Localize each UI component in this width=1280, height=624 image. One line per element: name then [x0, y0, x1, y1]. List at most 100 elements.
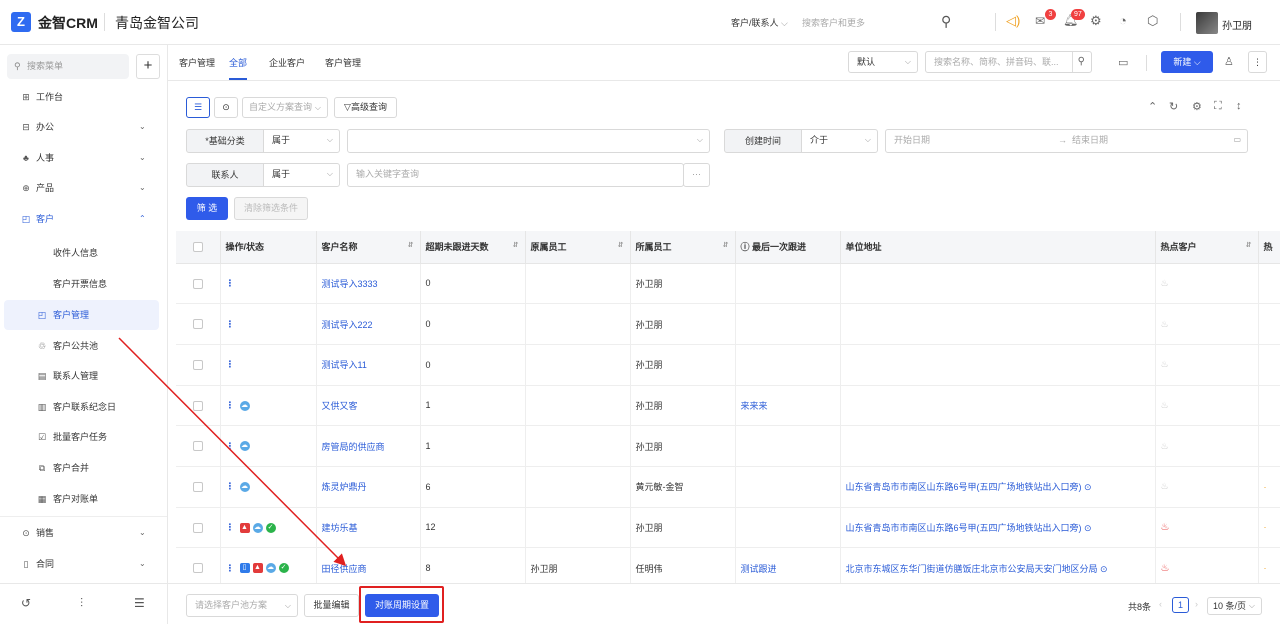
- pool-scheme-select[interactable]: 请选择客户池方案 ⌵: [186, 594, 298, 617]
- address-link[interactable]: 北京市东城区东华门街道仿膳饭庄北京市公安局天安门地区分局: [846, 564, 1098, 574]
- tab-customer-management[interactable]: 客户管理: [325, 56, 361, 69]
- table-row[interactable]: ⋮ 测试导入3333 0 孙卫朋 ♨: [176, 263, 1280, 305]
- fire-icon[interactable]: ♨: [1161, 441, 1169, 451]
- user-icon[interactable]: ♙: [1224, 55, 1234, 68]
- hot-customer-cell[interactable]: ♨: [1155, 385, 1259, 427]
- address-link[interactable]: 山东省青岛市市南区山东路6号甲(五四广场地铁站出入口旁): [846, 482, 1082, 492]
- speaker-icon[interactable]: ◁): [1006, 13, 1020, 29]
- sidebar-item-invoice-info[interactable]: 客户开票信息: [0, 269, 167, 299]
- fire-icon[interactable]: ♨: [1161, 278, 1169, 288]
- customer-name-cell[interactable]: 测试导入222: [316, 303, 421, 345]
- customer-name-link[interactable]: 测试导入11: [322, 360, 367, 370]
- hot-customer-cell[interactable]: ♨: [1155, 466, 1259, 508]
- new-button[interactable]: 新建 ⌵: [1161, 51, 1213, 73]
- search-icon[interactable]: ⚲: [1071, 52, 1085, 72]
- quick-search-input[interactable]: 搜索名称、简称、拼音码、联... ⚲: [925, 51, 1092, 73]
- contact-operator[interactable]: 属于 ⌵: [263, 163, 340, 187]
- history-icon[interactable]: ↺: [21, 596, 31, 610]
- customer-name-link[interactable]: 田径供应商: [322, 564, 367, 574]
- table-row[interactable]: ⋮ ☁ 炼灵炉鼎丹 6 黄元敏-金智 山东省青岛市市南区山东路6号甲(五四广场地铁站出入口…: [176, 466, 1280, 508]
- keyword-input[interactable]: 输入关键字查询: [347, 163, 684, 187]
- select-all-checkbox[interactable]: [176, 231, 221, 264]
- view-select[interactable]: 默认 ⌵: [848, 51, 918, 73]
- tab-all[interactable]: 全部: [229, 56, 248, 80]
- column-height-icon[interactable]: ↕: [1236, 100, 1242, 112]
- location-pin-icon[interactable]: ⊙: [1100, 564, 1108, 574]
- settings-sliders-icon[interactable]: ⫶: [80, 596, 83, 611]
- customer-name-cell[interactable]: 又供又客: [316, 385, 421, 427]
- column-header[interactable]: 超期未跟进天数 ⇵: [420, 231, 526, 264]
- column-header[interactable]: 热点客户 ⇵: [1155, 231, 1259, 264]
- sidebar-item-statement[interactable]: ▦ 客户对账单: [0, 484, 167, 514]
- row-checkbox[interactable]: [176, 425, 221, 467]
- customer-name-link[interactable]: 测试导入3333: [322, 279, 378, 289]
- batch-edit-button[interactable]: 批量编辑: [304, 594, 359, 617]
- map-view-button[interactable]: ⊙: [214, 97, 238, 118]
- sidebar-item-public-pool[interactable]: ♲ 客户公共池: [0, 331, 167, 361]
- fire-icon[interactable]: ♨: [1161, 481, 1169, 491]
- filter-button[interactable]: 筛 选: [186, 197, 228, 220]
- column-header[interactable]: 原属员工 ⇵: [525, 231, 631, 264]
- last-followup-cell[interactable]: [735, 425, 841, 467]
- more-options-button[interactable]: ···: [683, 163, 710, 187]
- row-checkbox[interactable]: [176, 466, 221, 508]
- more-vertical-icon[interactable]: ⋮: [226, 319, 235, 329]
- row-checkbox[interactable]: [176, 507, 221, 549]
- sidebar-item-customer-management[interactable]: ◰ 客户管理: [4, 300, 159, 330]
- location-pin-icon[interactable]: ⊙: [1084, 523, 1092, 533]
- more-vertical-icon[interactable]: ⋮: [226, 278, 235, 288]
- last-followup-cell[interactable]: [735, 303, 841, 345]
- hot-customer-cell[interactable]: ♨: [1155, 547, 1259, 583]
- customer-name-link[interactable]: 房管局的供应商: [322, 442, 385, 452]
- address-cell[interactable]: 山东省青岛市市南区山东路6号甲(五四广场地铁站出入口旁) ⊙: [840, 507, 1156, 549]
- row-checkbox[interactable]: [176, 344, 221, 386]
- last-followup-cell[interactable]: [735, 507, 841, 549]
- base-category-value-select[interactable]: ⌵: [347, 129, 710, 153]
- customer-name-cell[interactable]: 测试导入11: [316, 344, 421, 386]
- address-cell[interactable]: 山东省青岛市市南区山东路6号甲(五四广场地铁站出入口旁) ⊙: [840, 466, 1156, 508]
- list-view-button[interactable]: ☰: [186, 97, 210, 118]
- sidebar-item-workbench[interactable]: ⊞ 工作台: [0, 82, 167, 112]
- table-row[interactable]: ⋮ 测试导入11 0 孙卫朋 ♨: [176, 344, 1280, 386]
- add-menu-button[interactable]: +: [136, 54, 160, 79]
- row-checkbox[interactable]: [176, 547, 221, 583]
- sidebar-item-anniversary[interactable]: ▥ 客户联系纪念日: [0, 392, 167, 422]
- row-checkbox[interactable]: [176, 303, 221, 345]
- customer-name-cell[interactable]: 建坊乐基: [316, 507, 421, 549]
- cube-icon[interactable]: ⬡: [1147, 13, 1158, 29]
- clear-filter-button[interactable]: 清除筛选条件: [234, 197, 308, 220]
- hot-customer-cell[interactable]: ♨: [1155, 507, 1259, 549]
- table-row[interactable]: ⋮ ☁ 又供又客 1 孙卫朋 来来来 ♨: [176, 385, 1280, 427]
- more-vertical-icon[interactable]: ⋮: [226, 481, 235, 491]
- customer-name-link[interactable]: 测试导入222: [322, 320, 373, 330]
- customer-name-link[interactable]: 又供又客: [322, 401, 358, 411]
- address-cell[interactable]: 北京市东城区东华门街道仿膳饭庄北京市公安局天安门地区分局 ⊙: [840, 547, 1156, 583]
- sort-icon[interactable]: ⇵: [1246, 241, 1252, 249]
- sidebar-item-hr[interactable]: ♣ 人事 ⌄: [0, 143, 167, 173]
- customer-name-cell[interactable]: 田径供应商: [316, 547, 421, 583]
- fire-icon[interactable]: ♨: [1161, 319, 1169, 329]
- address-cell[interactable]: [840, 425, 1156, 467]
- last-followup-cell[interactable]: 来来来: [735, 385, 841, 427]
- more-vertical-icon[interactable]: ⋮: [226, 400, 235, 410]
- last-followup-cell[interactable]: [735, 263, 841, 305]
- gear-icon[interactable]: ⚙: [1192, 100, 1202, 113]
- search-scope-dropdown[interactable]: 客户/联系人 ⌵: [731, 16, 788, 29]
- refresh-icon[interactable]: ↻: [1169, 100, 1178, 113]
- last-followup-link[interactable]: 测试跟进: [741, 564, 777, 574]
- more-vertical-icon[interactable]: ⋮: [226, 522, 235, 532]
- fire-hot-icon[interactable]: ♨: [1161, 522, 1170, 533]
- sidebar-item-contacts[interactable]: ▤ 联系人管理: [0, 361, 167, 391]
- sidebar-item-product[interactable]: ⊕ 产品 ⌄: [0, 173, 167, 203]
- avatar[interactable]: [1196, 12, 1218, 34]
- customer-name-link[interactable]: 炼灵炉鼎丹: [322, 482, 367, 492]
- hot-customer-cell[interactable]: ♨: [1155, 425, 1259, 467]
- address-cell[interactable]: [840, 385, 1156, 427]
- location-pin-icon[interactable]: ⊙: [1084, 482, 1092, 492]
- table-row[interactable]: ⋮ 测试导入222 0 孙卫朋 ♨: [176, 303, 1280, 345]
- search-icon[interactable]: ⚲: [941, 13, 951, 30]
- hot-customer-cell[interactable]: ♨: [1155, 344, 1259, 386]
- fire-hot-icon[interactable]: ♨: [1161, 563, 1170, 574]
- last-followup-link[interactable]: 来来来: [741, 401, 768, 411]
- last-followup-cell[interactable]: [735, 466, 841, 508]
